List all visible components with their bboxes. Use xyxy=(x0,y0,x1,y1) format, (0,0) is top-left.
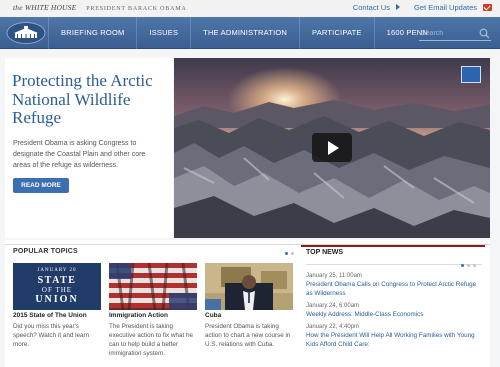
top-utility-bar: the WHITE HOUSE PRESIDENT BARACK OBAMA C… xyxy=(0,0,500,17)
nav-briefing-room[interactable]: BRIEFING ROOM xyxy=(48,17,136,49)
news-item[interactable]: January 24, 6:00am Weekly Address: Middl… xyxy=(306,303,482,320)
top-news-slider-dots xyxy=(461,264,476,267)
nav-participate[interactable]: PARTICIPATE xyxy=(299,17,374,49)
site-subtitle: PRESIDENT BARACK OBAMA xyxy=(86,6,187,12)
email-icon xyxy=(483,4,492,11)
news-date: January 25, 11:00am xyxy=(306,273,362,279)
cuba-image[interactable] xyxy=(205,263,293,310)
immigration-image[interactable] xyxy=(109,263,197,310)
email-updates-label: Get Email Updates xyxy=(414,3,477,12)
arrow-right-icon xyxy=(395,4,400,10)
page: the WHITE HOUSE PRESIDENT BARACK OBAMA C… xyxy=(0,0,500,367)
main-navigation: BRIEFING ROOM ISSUES THE ADMINISTRATION … xyxy=(0,17,500,49)
sotu-image-line1: STATE xyxy=(37,275,77,286)
top-links: Contact Us Get Email Updates xyxy=(341,3,492,12)
slider-dot[interactable] xyxy=(461,264,464,267)
email-updates-link[interactable]: Get Email Updates xyxy=(408,3,492,12)
topic-title[interactable]: Cuba xyxy=(205,312,221,319)
slider-dot[interactable] xyxy=(473,264,476,267)
search-box xyxy=(419,26,491,41)
nav-items: BRIEFING ROOM ISSUES THE ADMINISTRATION … xyxy=(48,17,440,49)
state-of-union-image[interactable]: JANUARY 20 STATE OF THE UNION xyxy=(13,263,101,310)
hero-title[interactable]: Protecting the Arctic National Wildlife … xyxy=(12,71,172,128)
slider-dot[interactable] xyxy=(285,252,288,255)
news-date: January 22, 4:40pm xyxy=(306,324,360,330)
site-title: the WHITE HOUSE xyxy=(13,3,77,12)
site-wordmark[interactable]: the WHITE HOUSE PRESIDENT BARACK OBAMA xyxy=(13,3,186,12)
top-news-heading: TOP NEWS xyxy=(306,249,344,256)
topic-title[interactable]: 2015 State of The Union xyxy=(13,312,87,319)
topic-card-immigration[interactable]: Immigration Action The President is taki… xyxy=(109,263,197,367)
search-icon[interactable] xyxy=(479,28,490,39)
top-news-panel: TOP NEWS January 25, 11:00am President O… xyxy=(301,245,485,367)
popular-slider-dots xyxy=(285,252,294,255)
hero-text-panel: Protecting the Arctic National Wildlife … xyxy=(5,58,173,238)
news-headline[interactable]: President Obama Calls on Congress to Pro… xyxy=(306,281,482,298)
read-more-button[interactable]: READ MORE xyxy=(13,178,69,193)
sotu-image-date: JANUARY 20 xyxy=(37,268,77,273)
news-item[interactable]: January 22, 4:40pm How the President Wil… xyxy=(306,324,482,349)
nav-issues[interactable]: ISSUES xyxy=(136,17,190,49)
contact-link[interactable]: Contact Us xyxy=(347,3,400,12)
play-video-button[interactable] xyxy=(312,133,352,162)
hero-description: President Obama is asking Congress to de… xyxy=(13,140,146,169)
contact-link-label: Contact Us xyxy=(352,3,390,12)
wh-badge-icon xyxy=(461,66,481,83)
popular-topics-heading: POPULAR TOPICS xyxy=(13,248,78,255)
news-headline[interactable]: How the President Will Help All Working … xyxy=(306,332,482,349)
search-input[interactable] xyxy=(421,27,477,39)
news-headline[interactable]: Weekly Address: Middle-Class Economics xyxy=(306,311,482,320)
topic-title[interactable]: Immigration Action xyxy=(109,312,168,319)
news-date: January 24, 6:00am xyxy=(306,303,360,309)
sotu-image-line2: OF THE xyxy=(41,286,73,294)
hero-video[interactable] xyxy=(174,58,490,238)
sotu-image-line3: UNION xyxy=(35,294,79,305)
white-house-logo[interactable] xyxy=(6,22,46,44)
topic-description: The President is taking executive action… xyxy=(109,323,194,357)
topic-description: President Obama is taking action to char… xyxy=(205,323,291,348)
topic-card-state-of-union[interactable]: JANUARY 20 STATE OF THE UNION 2015 State… xyxy=(13,263,101,367)
nav-the-administration[interactable]: THE ADMINISTRATION xyxy=(190,17,299,49)
topic-description: Did you miss this year's speech? Watch i… xyxy=(13,323,90,348)
news-item[interactable]: January 25, 11:00am President Obama Call… xyxy=(306,273,482,298)
top-news-accent-bar xyxy=(301,245,485,247)
top-news-divider xyxy=(306,264,482,265)
slider-dot[interactable] xyxy=(467,264,470,267)
topic-card-cuba[interactable]: Cuba President Obama is taking action to… xyxy=(205,263,293,367)
slider-dot[interactable] xyxy=(291,252,294,255)
